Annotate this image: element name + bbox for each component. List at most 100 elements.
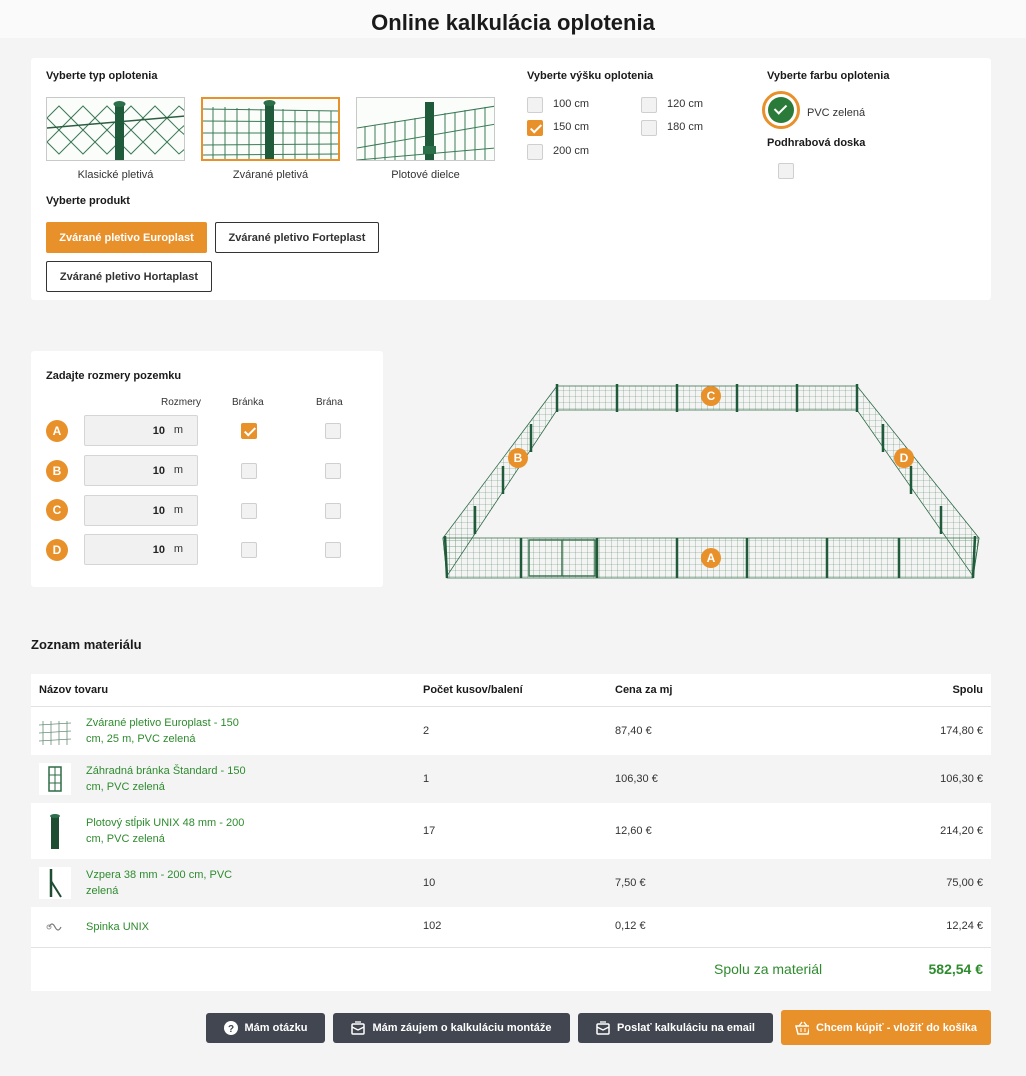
table-header: Názov tovaru Počet kusov/balení Cena za … bbox=[31, 674, 991, 707]
welded-mesh-icon bbox=[203, 100, 338, 159]
chain-link-mesh-icon bbox=[47, 101, 184, 160]
item-qty: 2 bbox=[423, 725, 430, 737]
email-quote-label: Poslať kalkuláciu na email bbox=[617, 1022, 755, 1034]
page-title: Online kalkulácia oplotenia bbox=[371, 10, 655, 35]
item-qty: 1 bbox=[423, 773, 430, 785]
clip-icon bbox=[39, 913, 71, 941]
item-price: 7,50 € bbox=[615, 877, 646, 889]
color-label: Vyberte farbu oplotenia bbox=[767, 70, 890, 82]
basket-icon bbox=[795, 1021, 810, 1035]
item-qty: 10 bbox=[423, 877, 436, 889]
side-b-big-gate-checkbox[interactable] bbox=[325, 463, 341, 479]
fence-type-panels[interactable] bbox=[356, 97, 495, 161]
fence-type-classic[interactable] bbox=[46, 97, 185, 161]
fence-type-welded[interactable] bbox=[201, 97, 340, 161]
materials-title: Zoznam materiálu bbox=[31, 637, 142, 652]
fence-options-card: Vyberte typ oplotenia Klasické pletivá Z… bbox=[31, 58, 991, 300]
item-price: 0,12 € bbox=[615, 920, 646, 932]
height-150-label: 150 cm bbox=[553, 121, 590, 133]
color-swatch-green[interactable] bbox=[762, 91, 800, 129]
dimensions-col-small-gate: Bránka bbox=[232, 397, 264, 408]
side-b-input[interactable]: 10 m bbox=[84, 455, 198, 486]
height-200-checkbox[interactable] bbox=[527, 144, 543, 160]
fence-perimeter-drawing: C B D A bbox=[442, 384, 980, 579]
color-name: PVC zelená bbox=[807, 107, 866, 119]
side-b-value: 10 bbox=[152, 465, 165, 477]
item-qty: 17 bbox=[423, 825, 436, 837]
table-row: Plotový stĺpik UNIX 48 mm - 200 cm, PVC … bbox=[31, 803, 991, 859]
item-price: 12,60 € bbox=[615, 825, 652, 837]
height-180-label: 180 cm bbox=[667, 121, 704, 133]
diagram-label-d: D bbox=[900, 451, 909, 465]
question-icon: ? bbox=[223, 1021, 238, 1035]
height-150-checkbox[interactable] bbox=[527, 120, 543, 136]
table-row: Vzpera 38 mm - 200 cm, PVC zelená 10 7,5… bbox=[31, 859, 991, 907]
height-100-checkbox[interactable] bbox=[527, 97, 543, 113]
side-a-big-gate-checkbox[interactable] bbox=[325, 423, 341, 439]
table-row: Spinka UNIX 102 0,12 € 12,24 € bbox=[31, 907, 991, 947]
question-button[interactable]: ? Mám otázku bbox=[206, 1013, 325, 1043]
diagram-label-b: B bbox=[514, 451, 523, 465]
side-a-value: 10 bbox=[152, 425, 165, 437]
side-c-big-gate-checkbox[interactable] bbox=[325, 503, 341, 519]
height-120-checkbox[interactable] bbox=[641, 97, 657, 113]
svg-text:?: ? bbox=[227, 1024, 233, 1035]
side-d-badge: D bbox=[46, 539, 68, 561]
add-to-cart-button[interactable]: Chcem kúpiť - vložiť do košíka bbox=[781, 1010, 991, 1045]
base-board-checkbox[interactable] bbox=[778, 163, 794, 179]
total-label: Spolu za materiál bbox=[714, 961, 823, 977]
product-forteplast-button[interactable]: Zvárané pletivo Forteplast bbox=[215, 222, 379, 253]
item-total: 12,24 € bbox=[946, 920, 983, 932]
header-price: Cena za mj bbox=[615, 684, 673, 696]
item-name-link[interactable]: Záhradná bránka Štandard - 150 cm, PVC z… bbox=[86, 763, 256, 795]
header-name: Názov tovaru bbox=[39, 684, 109, 696]
side-b-small-gate-checkbox[interactable] bbox=[241, 463, 257, 479]
height-120-label: 120 cm bbox=[667, 98, 704, 110]
fence-diagram: C B D A bbox=[437, 378, 985, 588]
side-d-big-gate-checkbox[interactable] bbox=[325, 542, 341, 558]
height-200-label: 200 cm bbox=[553, 145, 590, 157]
add-to-cart-label: Chcem kúpiť - vložiť do košíka bbox=[816, 1021, 977, 1034]
mesh-roll-icon bbox=[38, 715, 72, 747]
item-total: 75,00 € bbox=[946, 877, 983, 889]
garden-gate-icon bbox=[39, 763, 71, 795]
envelope-icon bbox=[351, 1021, 366, 1035]
product-europlast-button[interactable]: Zvárané pletivo Europlast bbox=[46, 222, 207, 253]
dimensions-col-big-gate: Brána bbox=[316, 397, 343, 408]
item-total: 106,30 € bbox=[940, 773, 983, 785]
fence-post-icon bbox=[39, 813, 71, 849]
item-price: 106,30 € bbox=[615, 773, 658, 785]
item-name-link[interactable]: Zvárané pletivo Europlast - 150 cm, 25 m… bbox=[86, 715, 256, 747]
side-d-small-gate-checkbox[interactable] bbox=[241, 542, 257, 558]
item-total: 214,20 € bbox=[940, 825, 983, 837]
item-name-link[interactable]: Plotový stĺpik UNIX 48 mm - 200 cm, PVC … bbox=[86, 815, 256, 847]
question-button-label: Mám otázku bbox=[244, 1022, 308, 1034]
total-value: 582,54 € bbox=[928, 961, 984, 977]
diagram-label-a: A bbox=[707, 551, 716, 565]
side-c-input[interactable]: 10 m bbox=[84, 495, 198, 526]
email-quote-button[interactable]: Poslať kalkuláciu na email bbox=[578, 1013, 773, 1043]
side-d-input[interactable]: 10 m bbox=[84, 534, 198, 565]
height-180-checkbox[interactable] bbox=[641, 120, 657, 136]
item-name-link[interactable]: Vzpera 38 mm - 200 cm, PVC zelená bbox=[86, 867, 256, 899]
diagram-label-c: C bbox=[707, 389, 716, 403]
base-board-label: Podhrabová doska bbox=[767, 137, 866, 149]
side-a-input[interactable]: 10 m bbox=[84, 415, 198, 446]
side-d-unit: m bbox=[173, 543, 183, 555]
product-hortaplast-button[interactable]: Zvárané pletivo Hortaplast bbox=[46, 261, 212, 292]
side-a-unit: m bbox=[173, 424, 183, 436]
side-c-value: 10 bbox=[152, 505, 165, 517]
item-total: 174,80 € bbox=[940, 725, 983, 737]
side-a-small-gate-checkbox[interactable] bbox=[241, 423, 257, 439]
installation-quote-button[interactable]: Mám záujem o kalkuláciu montáže bbox=[333, 1013, 570, 1043]
product-label: Vyberte produkt bbox=[46, 195, 130, 207]
dimensions-col-size: Rozmery bbox=[161, 397, 202, 408]
fence-type-label: Vyberte typ oplotenia bbox=[46, 70, 158, 82]
item-name-link[interactable]: Spinka UNIX bbox=[86, 919, 256, 935]
side-c-small-gate-checkbox[interactable] bbox=[241, 503, 257, 519]
materials-table: Názov tovaru Počet kusov/balení Cena za … bbox=[31, 674, 991, 991]
fence-type-panels-label: Plotové dielce bbox=[391, 169, 460, 181]
side-b-badge: B bbox=[46, 460, 68, 482]
side-a-badge: A bbox=[46, 420, 68, 442]
dimensions-card: Zadajte rozmery pozemku Rozmery Bránka B… bbox=[31, 351, 383, 587]
